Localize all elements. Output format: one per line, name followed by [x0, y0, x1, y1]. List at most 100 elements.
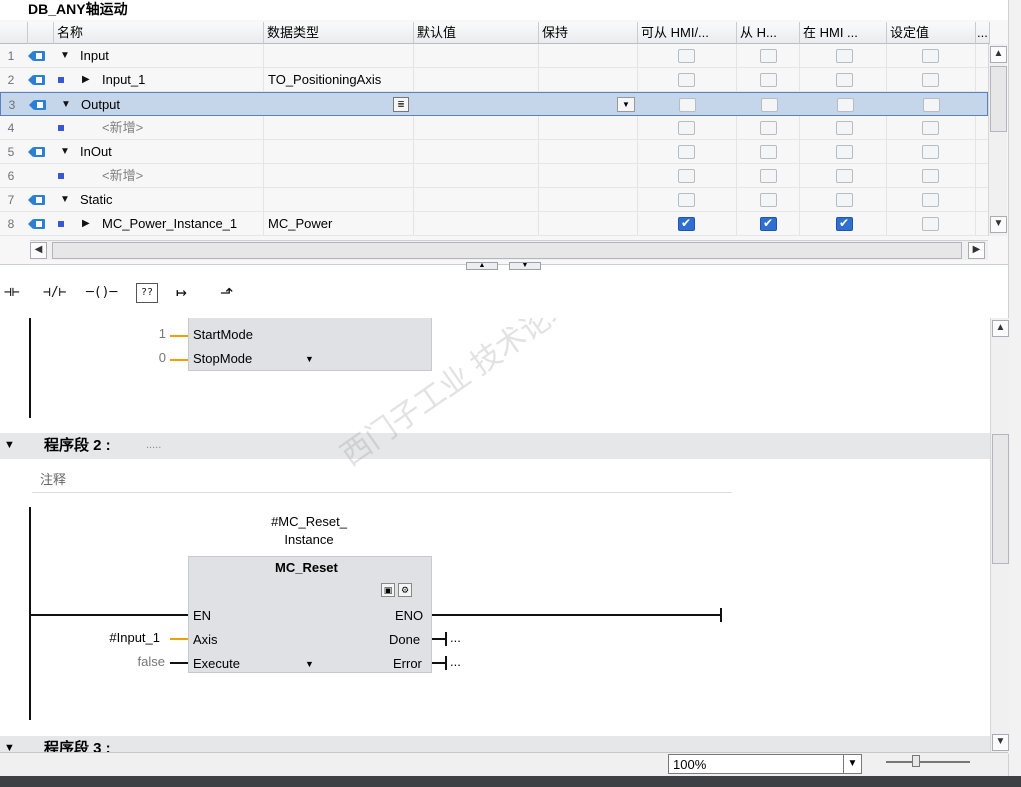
db-row[interactable]: 8 ▶ MC_Power_Instance_1 MC_Power	[0, 212, 988, 236]
done-operand[interactable]: ...	[450, 630, 461, 645]
checkbox[interactable]	[922, 73, 939, 87]
mc-reset-block[interactable]: MC_Reset ▣ ⚙ EN ENO Axis Done Execute Er…	[188, 556, 432, 673]
column-header-default[interactable]: 默认值	[414, 22, 539, 44]
db-row[interactable]: 4 <新增>	[0, 116, 988, 140]
checkbox-checked[interactable]	[836, 216, 853, 231]
checkbox[interactable]	[678, 145, 695, 159]
open-branch-icon[interactable]: ↦	[176, 281, 187, 305]
splitter-collapse-up-icon[interactable]: ▲	[466, 262, 498, 270]
column-header-hmi-writable[interactable]: 从 H...	[737, 22, 800, 44]
block-wrench-icon[interactable]: ⚙	[398, 583, 412, 597]
checkbox[interactable]	[922, 121, 939, 135]
row-name[interactable]: MC_Power_Instance_1	[102, 212, 237, 236]
checkbox-checked[interactable]	[760, 216, 777, 231]
scroll-up-icon[interactable]: ▲	[990, 46, 1007, 63]
checkbox[interactable]	[923, 98, 940, 112]
column-header-hmi-accessible[interactable]: 可从 HMI/...	[638, 22, 737, 44]
collapse-icon[interactable]: ▼	[60, 188, 70, 212]
row-name[interactable]: InOut	[80, 140, 112, 164]
instance-name[interactable]: #MC_Reset_	[254, 514, 364, 529]
scroll-left-icon[interactable]: ◀	[30, 242, 47, 259]
retain-dropdown-icon[interactable]: ▼	[617, 97, 635, 112]
checkbox[interactable]	[922, 217, 939, 231]
db-row[interactable]: 7 ▼ Static	[0, 188, 988, 212]
db-row[interactable]: 2 ▶ Input_1 TO_PositioningAxis	[0, 68, 988, 92]
checkbox[interactable]	[678, 49, 695, 63]
scroll-down-icon[interactable]: ▼	[990, 216, 1007, 233]
checkbox[interactable]	[678, 193, 695, 207]
checkbox[interactable]	[836, 193, 853, 207]
editor-vertical-scrollbar[interactable]: ▲ ▼	[990, 318, 1010, 754]
zoom-slider-thumb[interactable]	[912, 755, 920, 767]
checkbox[interactable]	[836, 169, 853, 183]
column-header-name[interactable]: 名称	[54, 22, 264, 44]
row-name[interactable]: <新增>	[102, 116, 143, 140]
zoom-slider-track[interactable]	[886, 761, 970, 763]
param-value[interactable]: 0	[156, 350, 166, 365]
checkbox[interactable]	[678, 169, 695, 183]
normally-open-contact-icon[interactable]: ⊣⊢	[4, 281, 20, 305]
checkbox[interactable]	[760, 145, 777, 159]
row-name[interactable]: Static	[80, 188, 113, 212]
checkbox[interactable]	[760, 193, 777, 207]
checkbox[interactable]	[761, 98, 778, 112]
scroll-right-icon[interactable]: ▶	[968, 242, 985, 259]
network-comment-field[interactable]: 注释	[32, 463, 732, 493]
empty-box-icon[interactable]: ??	[136, 283, 158, 303]
expand-block-icon[interactable]: ▼	[305, 354, 314, 364]
db-horizontal-scrollbar[interactable]: ◀ ▶	[30, 240, 988, 260]
db-row[interactable]: 3 ▼ Output ≣ ▼	[0, 92, 988, 116]
coil-icon[interactable]: ─()─	[86, 281, 117, 305]
zoom-select[interactable]: 100% ▼	[668, 754, 862, 774]
expand-icon[interactable]: ▶	[82, 212, 90, 236]
row-name[interactable]: Input	[80, 44, 109, 68]
checkbox[interactable]	[837, 98, 854, 112]
column-header-more[interactable]: ...	[976, 22, 990, 44]
checkbox[interactable]	[760, 73, 777, 87]
editor-scroll-thumb[interactable]	[992, 434, 1009, 564]
checkbox[interactable]	[922, 145, 939, 159]
network-header[interactable]: ▼ 程序段 2 : .....	[0, 433, 990, 459]
column-header-retain[interactable]: 保持	[539, 22, 638, 44]
scroll-up-icon[interactable]: ▲	[992, 320, 1009, 337]
row-name[interactable]: Input_1	[102, 68, 145, 92]
checkbox[interactable]	[836, 49, 853, 63]
row-datatype[interactable]: TO_PositioningAxis	[268, 68, 381, 92]
normally-closed-contact-icon[interactable]: ⊣/⊢	[43, 281, 66, 305]
param-value[interactable]: 1	[156, 326, 166, 341]
network-title-placeholder[interactable]: .....	[146, 439, 161, 451]
checkbox[interactable]	[678, 121, 695, 135]
db-row[interactable]: 1 ▼ Input	[0, 44, 988, 68]
checkbox-checked[interactable]	[678, 216, 695, 231]
expand-block-icon[interactable]: ▼	[305, 659, 314, 669]
collapse-icon[interactable]: ▼	[60, 140, 70, 164]
db-row[interactable]: 5 ▼ InOut	[0, 140, 988, 164]
scroll-thumb[interactable]	[990, 66, 1007, 132]
column-header-setpoint[interactable]: 设定值	[887, 22, 976, 44]
collapse-icon[interactable]: ▼	[61, 93, 71, 117]
block-lock-icon[interactable]: ▣	[381, 583, 395, 597]
checkbox[interactable]	[760, 49, 777, 63]
column-header-datatype[interactable]: 数据类型	[264, 22, 414, 44]
error-operand[interactable]: ...	[450, 654, 461, 669]
splitter-collapse-down-icon[interactable]: ▼	[509, 262, 541, 270]
checkbox[interactable]	[836, 145, 853, 159]
checkbox[interactable]	[760, 169, 777, 183]
chevron-down-icon[interactable]: ▼	[843, 755, 861, 773]
network-title[interactable]: 程序段 2 :	[44, 433, 111, 459]
collapse-network-icon[interactable]: ▼	[4, 439, 15, 451]
type-picker-icon[interactable]: ≣	[393, 97, 409, 112]
checkbox[interactable]	[836, 121, 853, 135]
row-name[interactable]: Output	[81, 93, 120, 117]
execute-operand[interactable]: false	[60, 654, 165, 669]
close-branch-icon[interactable]: ⬏	[220, 281, 233, 305]
checkbox[interactable]	[922, 193, 939, 207]
row-name[interactable]: <新增>	[102, 164, 143, 188]
checkbox[interactable]	[922, 49, 939, 63]
checkbox[interactable]	[922, 169, 939, 183]
h-scroll-thumb[interactable]	[52, 242, 962, 259]
db-vertical-scrollbar[interactable]: ▲ ▼	[988, 44, 1007, 236]
checkbox[interactable]	[679, 98, 696, 112]
checkbox[interactable]	[836, 73, 853, 87]
checkbox[interactable]	[760, 121, 777, 135]
